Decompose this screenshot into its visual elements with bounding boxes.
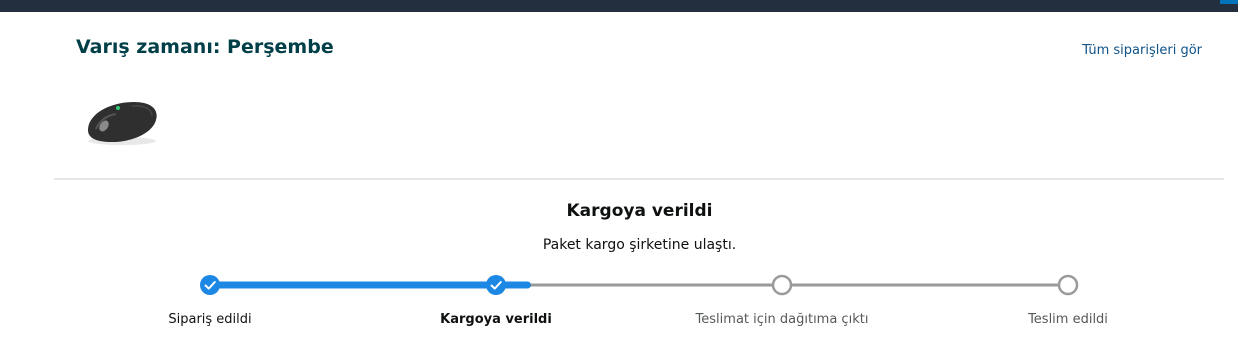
shipment-progress-tracker (200, 274, 1079, 296)
step-marker-completed (486, 275, 506, 295)
all-orders-link[interactable]: Tüm siparişleri gör (1082, 43, 1202, 58)
step-label: Sipariş edildi (168, 312, 252, 327)
product-image-mouse-icon[interactable] (82, 96, 162, 148)
shipment-status-subtitle: Paket kargo şirketine ulaştı. (542, 237, 737, 253)
step-marker-pending (771, 274, 793, 296)
top-navigation-bar (0, 0, 1238, 12)
top-bar-accent (1220, 0, 1238, 4)
section-divider (54, 178, 1224, 180)
arrival-title: Varış zamanı: Perşembe (76, 36, 334, 58)
step-label: Teslimat için dağıtıma çıktı (695, 312, 869, 327)
step-marker-completed (200, 275, 220, 295)
shipment-status-title: Kargoya verildi (566, 201, 713, 221)
step-marker-pending (1057, 274, 1079, 296)
step-label: Teslim edildi (1028, 312, 1108, 327)
mouse-status-led (116, 106, 120, 110)
step-label: Kargoya verildi (440, 312, 552, 327)
